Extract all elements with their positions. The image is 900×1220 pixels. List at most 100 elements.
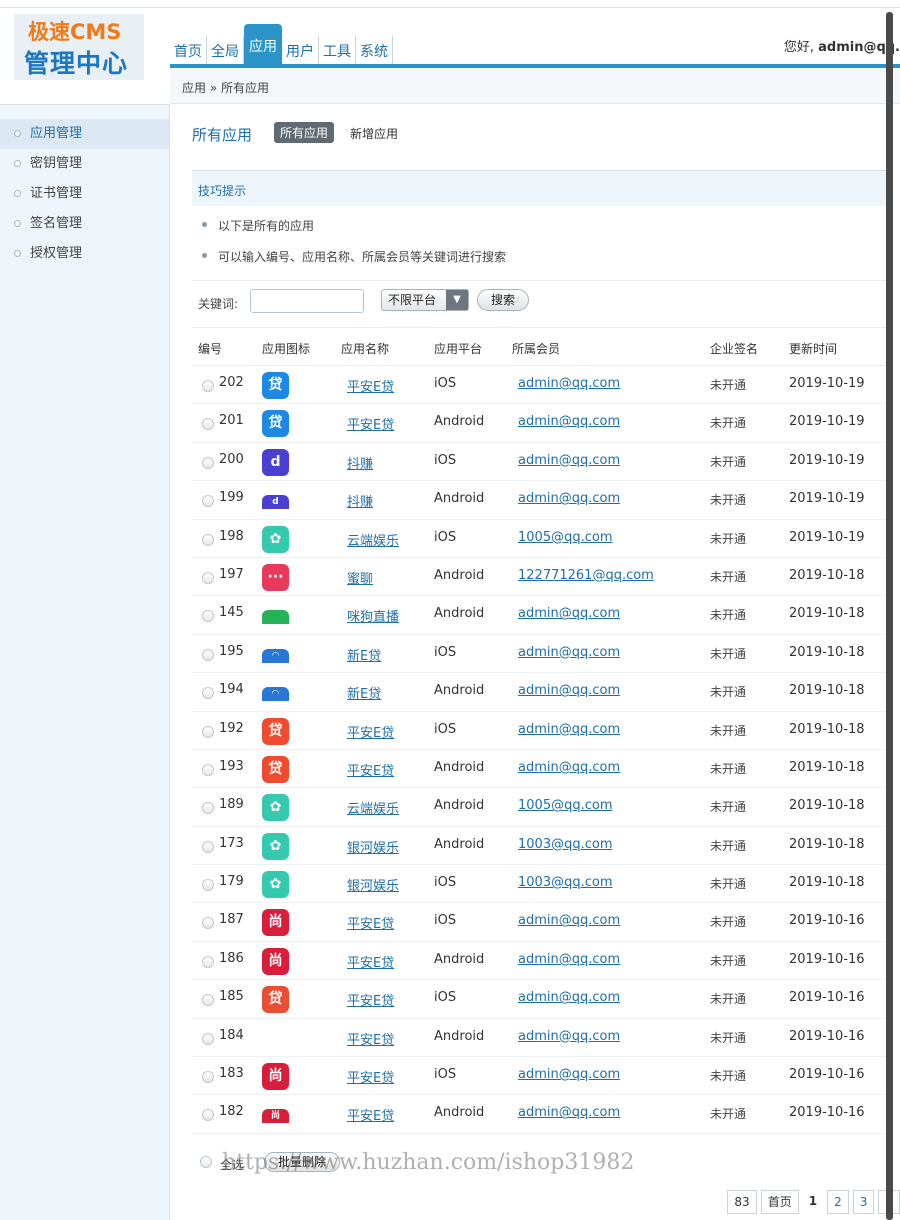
app-name-link[interactable]: 抖赚 [347, 453, 373, 472]
enterprise-sign-status: 未开通 [710, 531, 747, 546]
row-checkbox[interactable] [202, 418, 214, 431]
app-icon: ··· [262, 563, 289, 591]
member-link[interactable]: admin@qq.com [518, 376, 620, 391]
table-row: 195 ◠ 新E贷 iOS admin@qq.com 未开通 2019-10-18 [192, 635, 892, 674]
member-link[interactable]: admin@qq.com [518, 952, 620, 967]
sidebar-item[interactable]: 证书管理 [0, 179, 169, 209]
app-name-link[interactable]: 平安E贷 [347, 990, 394, 1009]
member-link[interactable]: admin@qq.com [518, 683, 620, 698]
member-link[interactable]: admin@qq.com [518, 645, 620, 660]
tab-all-apps[interactable]: 所有应用 [274, 122, 335, 143]
app-name-link[interactable]: 银河娱乐 [347, 875, 399, 894]
member-link[interactable]: admin@qq.com [518, 1105, 620, 1120]
app-name-link[interactable]: 平安E贷 [347, 952, 394, 971]
row-checkbox[interactable] [202, 687, 214, 700]
member-link[interactable]: admin@qq.com [518, 453, 620, 468]
app-platform: iOS [434, 721, 457, 737]
row-checkbox[interactable] [202, 648, 214, 661]
row-checkbox[interactable] [202, 763, 214, 776]
nav-item[interactable]: 应用 [244, 24, 282, 68]
table-row: 145 咪狗直播 Android admin@qq.com 未开通 2019-10-18 [192, 596, 892, 635]
app-icon: 尚 [262, 947, 289, 975]
member-link[interactable]: admin@qq.com [518, 1067, 620, 1082]
update-time: 2019-10-18 [789, 798, 865, 814]
member-link[interactable]: 1003@qq.com [518, 875, 613, 890]
enterprise-sign-status: 未开通 [710, 838, 747, 853]
row-checkbox[interactable] [202, 380, 214, 392]
row-checkbox[interactable] [202, 994, 214, 1007]
table-row: 193 贷 平安E贷 Android admin@qq.com 未开通 2019-10-18 [192, 750, 892, 789]
select-all-checkbox[interactable] [200, 1156, 212, 1168]
app-platform: iOS [434, 1067, 457, 1083]
member-link[interactable]: admin@qq.com [518, 990, 620, 1005]
member-link[interactable]: 122771261@qq.com [518, 568, 654, 583]
enterprise-sign-status: 未开通 [710, 454, 747, 469]
app-name-link[interactable]: 平安E贷 [347, 760, 394, 779]
app-icon: 贷 [262, 410, 289, 438]
app-platform: Android [434, 759, 485, 775]
app-name-link[interactable]: 平安E贷 [347, 1067, 394, 1086]
sidebar-item[interactable]: 密钥管理 [0, 149, 169, 179]
app-name-link[interactable]: 平安E贷 [347, 1029, 394, 1048]
row-checkbox[interactable] [202, 1071, 214, 1084]
row-checkbox[interactable] [202, 610, 214, 623]
member-link[interactable]: admin@qq.com [518, 606, 620, 621]
row-checkbox[interactable] [202, 802, 214, 815]
bullet-icon [14, 250, 21, 257]
member-link[interactable]: 1005@qq.com [518, 530, 613, 545]
app-name-link[interactable]: 银河娱乐 [347, 837, 399, 856]
row-checkbox[interactable] [202, 1032, 214, 1045]
first-page-link[interactable]: 首页 [760, 1190, 799, 1214]
app-id: 194 [219, 682, 244, 698]
member-link[interactable]: admin@qq.com [518, 760, 620, 775]
app-icon: 尚 [262, 1109, 289, 1124]
update-time: 2019-10-19 [789, 491, 865, 507]
member-link[interactable]: admin@qq.com [518, 722, 620, 737]
member-link[interactable]: admin@qq.com [518, 491, 620, 506]
app-name-link[interactable]: 新E贷 [347, 645, 381, 664]
sidebar-item[interactable]: 签名管理 [0, 209, 169, 239]
app-name-link[interactable]: 新E贷 [347, 683, 381, 702]
enterprise-sign-status: 未开通 [710, 685, 747, 700]
app-name-link[interactable]: 平安E贷 [347, 376, 394, 395]
app-name-link[interactable]: 云端娱乐 [347, 530, 399, 549]
member-link[interactable]: 1003@qq.com [518, 837, 613, 852]
app-name-link[interactable]: 抖赚 [347, 491, 373, 510]
sidebar-item[interactable]: 应用管理 [0, 119, 169, 149]
app-name-link[interactable]: 蜜聊 [347, 568, 373, 587]
platform-select[interactable]: 不限平台 ▼ [381, 289, 469, 311]
page-link[interactable]: 3 [852, 1190, 875, 1214]
member-link[interactable]: admin@qq.com [518, 1029, 620, 1044]
row-checkbox[interactable] [202, 533, 214, 546]
row-checkbox[interactable] [202, 1109, 214, 1122]
sidebar-item[interactable]: 授权管理 [0, 239, 169, 269]
tab-new-app[interactable]: 新增应用 [350, 125, 398, 142]
app-name-link[interactable]: 云端娱乐 [347, 798, 399, 817]
row-checkbox[interactable] [202, 725, 214, 738]
page-link[interactable]: 1 [802, 1190, 824, 1214]
page-link[interactable]: 2 [827, 1190, 849, 1214]
logo-subtitle: 管理中心 [24, 49, 129, 78]
row-checkbox[interactable] [202, 879, 214, 892]
app-name-link[interactable]: 平安E贷 [347, 414, 394, 433]
app-name-link[interactable]: 平安E贷 [347, 722, 394, 741]
row-checkbox[interactable] [202, 840, 214, 853]
row-checkbox[interactable] [202, 917, 214, 930]
member-link[interactable]: admin@qq.com [518, 913, 620, 928]
keyword-input[interactable] [250, 289, 364, 313]
member-link[interactable]: 1005@qq.com [518, 798, 613, 813]
search-button[interactable]: 搜索 [477, 289, 529, 311]
scrollbar[interactable] [886, 12, 893, 1220]
enterprise-sign-status: 未开通 [710, 1107, 747, 1122]
row-checkbox[interactable] [202, 955, 214, 968]
row-checkbox[interactable] [202, 495, 214, 508]
row-checkbox[interactable] [202, 571, 214, 584]
member-link[interactable]: admin@qq.com [518, 414, 620, 429]
search-row: 关键词: 不限平台 ▼ 搜索 [192, 280, 892, 328]
app-name-link[interactable]: 平安E贷 [347, 913, 394, 932]
enterprise-sign-status: 未开通 [710, 416, 747, 431]
app-name-link[interactable]: 咪狗直播 [347, 606, 399, 625]
app-name-link[interactable]: 平安E贷 [347, 1105, 394, 1124]
update-time: 2019-10-18 [789, 759, 865, 775]
row-checkbox[interactable] [202, 456, 214, 469]
